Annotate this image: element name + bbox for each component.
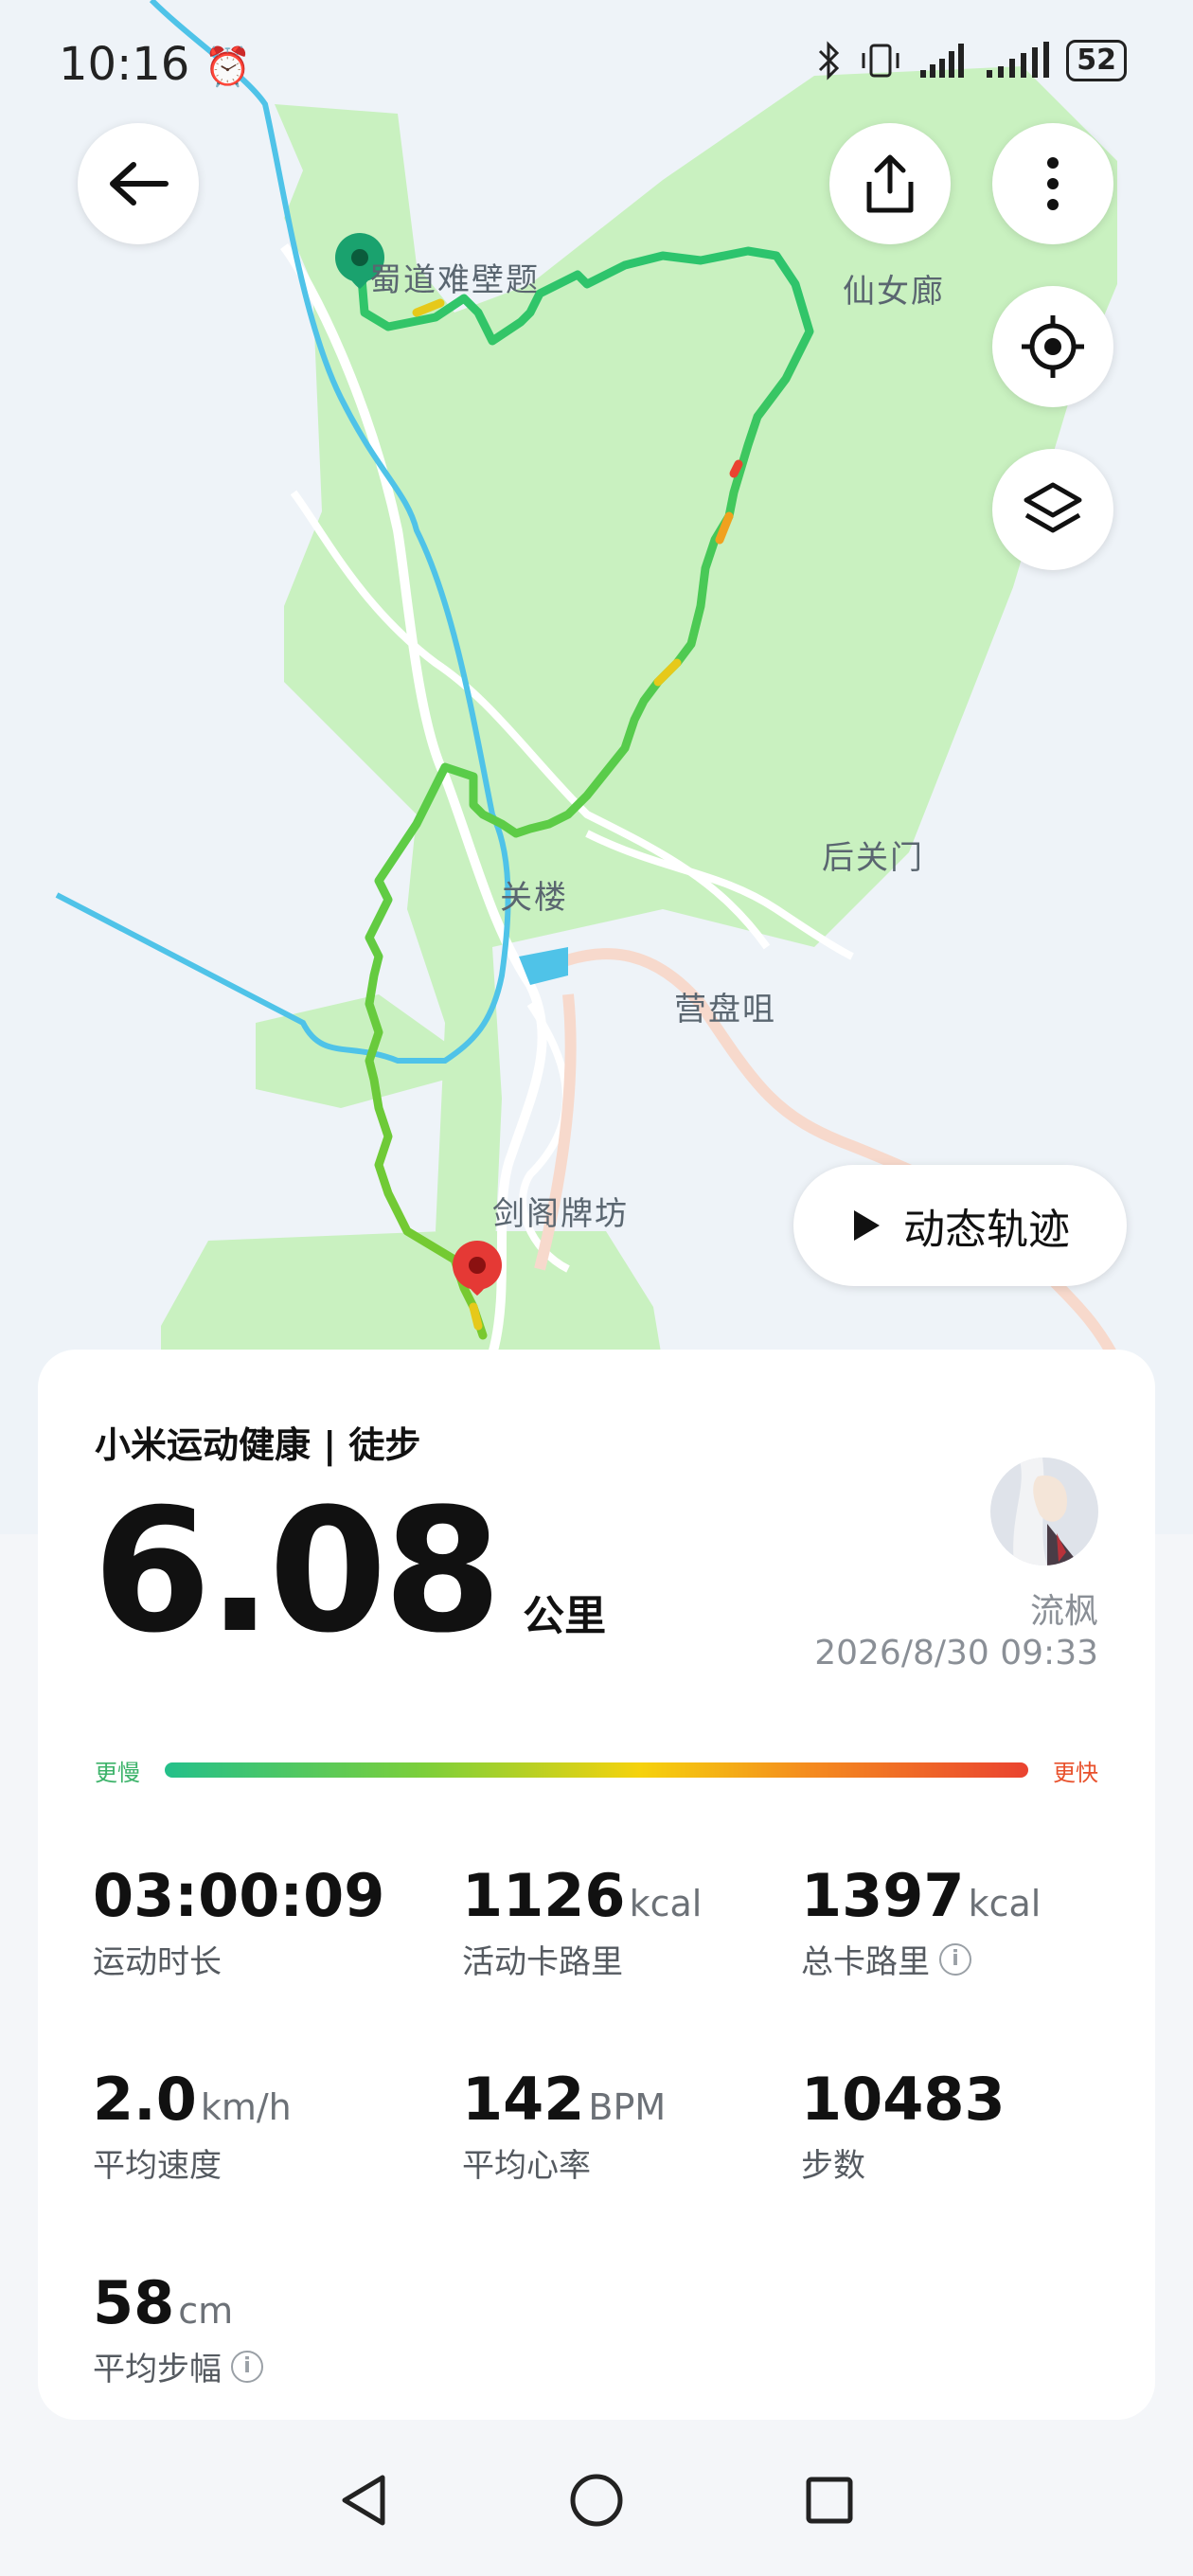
clock-text: 10:16: [59, 38, 190, 91]
stat-steps: 10483 步数: [801, 2065, 1006, 2186]
share-button[interactable]: [829, 123, 951, 244]
info-icon[interactable]: i: [939, 1942, 971, 1976]
stat-number: 10483: [801, 2065, 1006, 2134]
battery-indicator: 52: [1066, 40, 1127, 81]
status-icons: 52: [816, 40, 1127, 81]
stat-avg-speed: 2.0 km/h 平均速度: [93, 2065, 292, 2186]
status-time: 10:16 ⏰: [59, 38, 251, 91]
status-bar: 10:16 ⏰ 52: [0, 0, 1193, 123]
stat-active-calories: 1126 kcal 活动卡路里: [462, 1861, 702, 1982]
workout-summary-card: 小米运动健康 | 徒步 6.08 公里 流枫 2026/8/30 09:33 更…: [38, 1350, 1155, 2420]
share-icon: [866, 154, 914, 213]
stat-label: 平均速度: [93, 2139, 292, 2186]
system-nav-bar: [0, 2424, 1193, 2576]
legend-faster: 更快: [1053, 1760, 1098, 1786]
map-label-cliff-inscription: 蜀道难壁题: [369, 261, 540, 299]
distance-unit: 公里: [523, 1592, 607, 1640]
map-label-gate-tower: 关楼: [500, 879, 568, 917]
info-icon[interactable]: i: [231, 2350, 263, 2383]
avatar[interactable]: [990, 1458, 1098, 1565]
dynamic-track-label: 动态轨迹: [903, 1206, 1070, 1254]
bluetooth-icon: [819, 41, 840, 80]
avatar-image: [990, 1458, 1098, 1565]
legend-slower: 更慢: [95, 1760, 140, 1786]
stat-number: 03:00:09: [93, 1861, 385, 1930]
stat-label-text: 平均速度: [93, 2147, 222, 2185]
stat-label-text: 平均心率: [462, 2147, 591, 2185]
signal-icon-secondary: [987, 42, 1050, 78]
stat-value: 1397 kcal: [801, 1861, 1041, 1930]
user-name: 流枫: [1029, 1592, 1098, 1631]
distance-value: 6.08: [93, 1473, 502, 1671]
arrow-left-icon: [110, 162, 169, 206]
map-label-fairy-corridor: 仙女廊: [843, 273, 945, 311]
stat-label: 活动卡路里: [462, 1936, 702, 1982]
more-button[interactable]: [992, 123, 1113, 244]
dynamic-track-button[interactable]: 动态轨迹: [793, 1165, 1127, 1286]
stat-number: 1397: [801, 1861, 965, 1930]
stat-number: 58: [93, 2268, 175, 2337]
route-fast-segment: [729, 459, 743, 478]
more-vertical-icon: [1047, 157, 1059, 210]
stat-avg-stride: 58 cm 平均步幅 i: [93, 2268, 263, 2389]
map-label-camp: 营盘咀: [674, 991, 776, 1029]
map-label-back-gate: 后关门: [822, 839, 924, 877]
stat-number: 142: [462, 2065, 585, 2134]
stat-unit: kcal: [968, 1883, 1042, 1924]
stat-label-text: 运动时长: [93, 1943, 222, 1981]
stat-duration: 03:00:09 运动时长: [93, 1861, 384, 1982]
locate-button[interactable]: [992, 286, 1113, 407]
stat-label: 平均心率: [462, 2139, 666, 2186]
stat-number: 2.0: [93, 2065, 197, 2134]
park-area-south: [161, 1231, 663, 1364]
alarm-icon: ⏰: [204, 45, 252, 89]
stat-value: 58 cm: [93, 2268, 263, 2337]
stat-value: 1126 kcal: [462, 1861, 702, 1930]
stat-unit: cm: [178, 2290, 234, 2332]
signal-icon: [920, 44, 965, 78]
layers-button[interactable]: [992, 449, 1113, 570]
stat-value: 03:00:09: [93, 1861, 384, 1930]
route-fast-segment: [469, 1302, 483, 1331]
workout-date: 2026/8/30 09:33: [814, 1634, 1098, 1673]
target-icon: [1022, 315, 1084, 378]
square-recents-icon[interactable]: [805, 2476, 854, 2525]
distance: 6.08 公里: [93, 1473, 606, 1671]
circle-home-icon[interactable]: [568, 2472, 625, 2529]
back-button[interactable]: [78, 123, 199, 244]
stat-label: 总卡路里 i: [801, 1936, 1041, 1982]
stat-number: 1126: [462, 1861, 626, 1930]
speed-color-legend: [165, 1762, 1028, 1778]
stat-label: 步数: [801, 2139, 1006, 2186]
card-title: 小米运动健康 | 徒步: [95, 1424, 421, 1466]
map-label-archway: 剑阁牌坊: [492, 1195, 629, 1233]
vibrate-icon: [862, 44, 899, 78]
stat-label: 运动时长: [93, 1936, 384, 1982]
stat-unit: kcal: [629, 1883, 703, 1924]
stat-label-text: 总卡路里: [801, 1943, 930, 1981]
stat-unit: km/h: [200, 2086, 292, 2128]
stat-label-text: 活动卡路里: [462, 1943, 623, 1981]
stat-value: 2.0 km/h: [93, 2065, 292, 2134]
stat-label: 平均步幅 i: [93, 2343, 263, 2389]
stat-label-text: 平均步幅: [93, 2351, 222, 2388]
stat-label-text: 步数: [801, 2147, 865, 2185]
triangle-back-icon[interactable]: [339, 2472, 388, 2529]
stat-value: 142 BPM: [462, 2065, 666, 2134]
stat-avg-heart-rate: 142 BPM 平均心率: [462, 2065, 666, 2186]
layers-icon: [1024, 482, 1082, 533]
play-icon: [854, 1210, 880, 1241]
stat-total-calories: 1397 kcal 总卡路里 i: [801, 1861, 1041, 1982]
stat-value: 10483: [801, 2065, 1006, 2134]
stat-unit: BPM: [588, 2086, 667, 2128]
